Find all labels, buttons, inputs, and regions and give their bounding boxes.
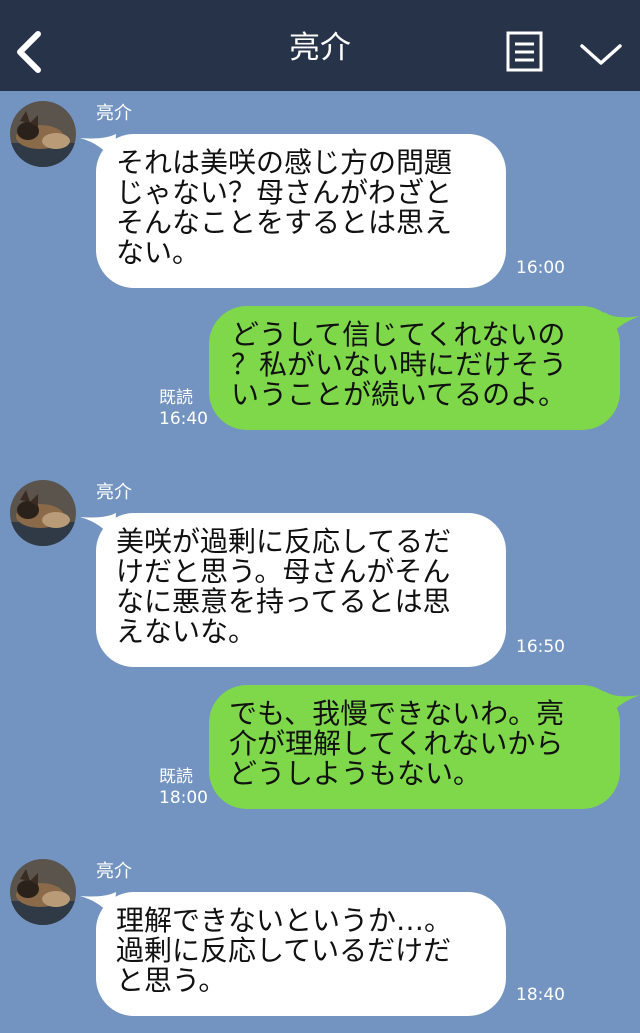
message-time: 16:50 [516, 637, 565, 657]
message-time: 16:40 [159, 409, 208, 429]
chevron-down-icon [580, 44, 622, 65]
document-menu-icon [506, 31, 543, 72]
message-bubble-incoming[interactable]: 美咲が過剰に反応してるだ けだと思う。母さんがそん なに悪意を持ってるとは思 え… [96, 513, 506, 667]
sender-name: 亮介 [96, 861, 132, 882]
avatar[interactable] [10, 480, 76, 546]
sender-name: 亮介 [96, 103, 132, 124]
back-button[interactable] [14, 30, 48, 74]
menu-button[interactable] [506, 31, 543, 72]
expand-button[interactable] [578, 36, 624, 70]
message-bubble-incoming[interactable]: 理解できないというか…。 過剰に反応しているだけだ と思う。 [96, 892, 506, 1016]
chat-header: 亮介 [0, 0, 640, 91]
dog-avatar-icon [10, 480, 76, 546]
sender-name: 亮介 [96, 482, 132, 503]
avatar[interactable] [10, 859, 76, 925]
dog-avatar-icon [10, 101, 76, 167]
chevron-left-icon [17, 31, 41, 73]
message-time: 16:00 [516, 258, 565, 278]
message-bubble-outgoing[interactable]: でも、我慢できないわ。亮 介が理解してくれないから どうしようもない。 [209, 685, 620, 809]
message-time: 18:00 [159, 788, 208, 808]
read-receipt: 既読 [159, 767, 193, 787]
chat-title: 亮介 [289, 30, 351, 66]
dog-avatar-icon [10, 859, 76, 925]
message-time: 18:40 [516, 985, 565, 1005]
read-receipt: 既読 [159, 388, 193, 408]
message-bubble-incoming[interactable]: それは美咲の感じ方の問題 じゃない？母さんがわざと そんなことをするとは思え な… [96, 134, 506, 288]
avatar[interactable] [10, 101, 76, 167]
message-bubble-outgoing[interactable]: どうして信じてくれないの ？私がいない時にだけそう いうことが続いてるのよ。 [209, 306, 620, 430]
